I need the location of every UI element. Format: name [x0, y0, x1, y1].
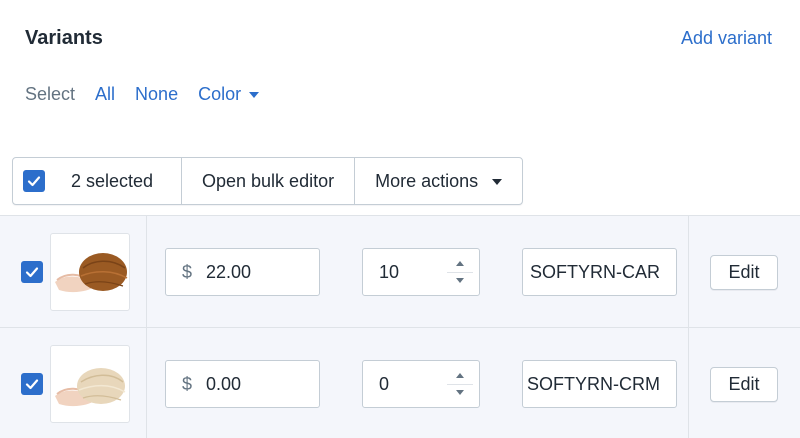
price-input[interactable]: $ 22.00	[165, 248, 320, 296]
select-color-label: Color	[198, 83, 242, 104]
variant-row: $ 22.00 10 SOFTYRN-CAR Edit	[0, 215, 800, 327]
column-divider	[688, 328, 689, 438]
more-actions-button[interactable]: More actions	[355, 158, 522, 204]
page-title: Variants	[25, 27, 103, 49]
open-bulk-editor-button[interactable]: Open bulk editor	[182, 158, 356, 204]
checkmark-icon	[25, 267, 39, 278]
cream-yarn-image-icon	[55, 368, 126, 407]
select-color-dropdown[interactable]: Color	[198, 83, 260, 105]
increment-button[interactable]	[447, 255, 473, 273]
caret-down-icon	[249, 92, 260, 98]
caret-down-icon	[492, 179, 503, 185]
column-divider	[146, 328, 147, 438]
arrow-up-icon	[456, 372, 464, 378]
arrow-down-icon	[456, 278, 464, 284]
decrement-button[interactable]	[447, 385, 473, 402]
price-input[interactable]: $ 0.00	[165, 360, 320, 408]
edit-variant-button[interactable]: Edit	[710, 367, 778, 402]
arrow-up-icon	[456, 260, 464, 266]
select-row: Select All None Color	[25, 82, 279, 106]
quantity-value: 0	[379, 373, 390, 394]
arrow-down-icon	[456, 390, 464, 396]
checkmark-icon	[25, 379, 39, 390]
sku-input[interactable]: SOFTYRN-CRM	[522, 360, 677, 408]
currency-symbol: $	[182, 373, 193, 394]
currency-symbol: $	[182, 261, 193, 282]
add-variant-link[interactable]: Add variant	[681, 28, 772, 49]
sku-input[interactable]: SOFTYRN-CAR	[522, 248, 677, 296]
stepper-controls	[447, 367, 473, 401]
edit-variant-button[interactable]: Edit	[710, 255, 778, 290]
variants-header: Variants Add variant	[0, 0, 800, 80]
increment-button[interactable]	[447, 367, 473, 385]
select-none-link[interactable]: None	[135, 84, 178, 105]
bulk-actions-bar: 2 selected Open bulk editor More actions	[12, 157, 524, 205]
variant-thumbnail[interactable]	[50, 233, 130, 311]
variant-list: $ 22.00 10 SOFTYRN-CAR Edit $ 0.00 0 SOF…	[0, 215, 800, 438]
selected-count: 2 selected	[71, 170, 154, 191]
bulk-checkbox[interactable]	[23, 170, 45, 192]
stepper-controls	[447, 255, 473, 289]
column-divider	[688, 216, 689, 327]
variant-checkbox[interactable]	[21, 261, 43, 283]
price-value: 22.00	[206, 261, 252, 282]
more-actions-label: More actions	[375, 170, 479, 191]
brown-yarn-image-icon	[55, 253, 128, 293]
select-all-link[interactable]: All	[95, 84, 115, 105]
sku-value: SOFTYRN-CAR	[530, 261, 660, 282]
sku-value: SOFTYRN-CRM	[527, 373, 660, 394]
bulk-select-toggle[interactable]: 2 selected	[13, 158, 182, 204]
price-value: 0.00	[206, 373, 242, 394]
select-label: Select	[25, 83, 76, 104]
decrement-button[interactable]	[447, 273, 473, 290]
variant-checkbox[interactable]	[21, 373, 43, 395]
variant-thumbnail[interactable]	[50, 345, 130, 423]
quantity-stepper[interactable]: 0	[362, 360, 480, 408]
quantity-stepper[interactable]: 10	[362, 248, 480, 296]
variant-row: $ 0.00 0 SOFTYRN-CRM Edit	[0, 327, 800, 438]
quantity-value: 10	[379, 261, 400, 282]
checkmark-icon	[27, 176, 41, 187]
column-divider	[146, 216, 147, 327]
